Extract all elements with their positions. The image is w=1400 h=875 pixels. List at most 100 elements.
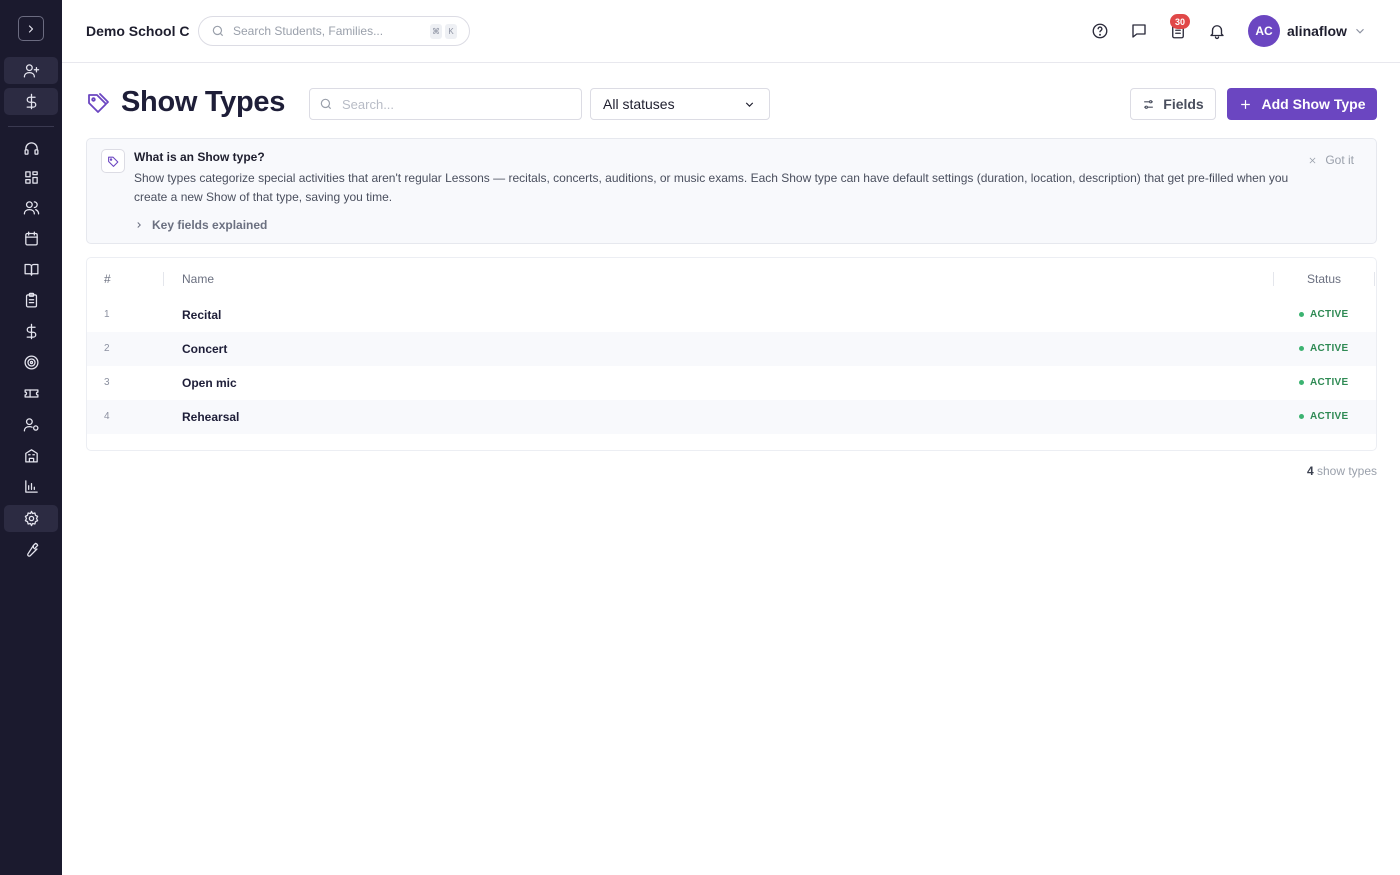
fields-button[interactable]: Fields: [1130, 88, 1216, 120]
show-types-table: # Name Status 1 Recital ACTIVE 2 Concert…: [86, 257, 1377, 451]
sidebar-item-dashboard[interactable]: [4, 164, 58, 191]
info-banner: What is an Show type? Show types categor…: [86, 138, 1377, 244]
record-count: 4 show types: [1307, 464, 1377, 478]
table-row[interactable]: 1 Recital ACTIVE: [87, 298, 1376, 332]
add-show-type-label: Add Show Type: [1261, 96, 1366, 112]
status-dot: [1299, 346, 1304, 351]
status-text: ACTIVE: [1310, 411, 1349, 422]
shortcut-key: K: [445, 24, 457, 39]
sidebar-item-shows[interactable]: [4, 380, 58, 407]
status-filter-select[interactable]: All statuses: [590, 88, 770, 120]
notifications-button[interactable]: [1207, 21, 1227, 41]
status-badge: ACTIVE: [1299, 343, 1348, 354]
global-search-placeholder: Search Students, Families...: [233, 24, 384, 38]
status-dot: [1299, 380, 1304, 385]
chevron-right-icon: [137, 222, 141, 228]
key-fields-toggle[interactable]: Key fields explained: [134, 218, 267, 232]
message-icon: [1132, 24, 1146, 38]
column-divider[interactable]: [1273, 272, 1274, 286]
table-row[interactable]: 4 Rehearsal ACTIVE: [87, 400, 1376, 434]
username[interactable]: alinaflow: [1287, 23, 1347, 39]
status-dot: [1299, 414, 1304, 419]
column-divider[interactable]: [1374, 272, 1375, 286]
status-dot: [1299, 312, 1304, 317]
help-button[interactable]: [1090, 21, 1110, 41]
wrench-icon: [26, 542, 38, 557]
sidebar-item-add-student[interactable]: [4, 57, 58, 84]
user-menu-toggle[interactable]: [1353, 24, 1367, 43]
dismiss-info-button[interactable]: Got it: [1308, 153, 1354, 167]
table-row[interactable]: 2 Concert ACTIVE: [87, 332, 1376, 366]
book-icon: [23, 263, 39, 276]
row-name[interactable]: Concert: [182, 342, 227, 356]
dismiss-label: Got it: [1325, 153, 1354, 167]
sidebar-expand-button[interactable]: [18, 16, 44, 41]
dashboard-icon: [24, 171, 38, 184]
status-text: ACTIVE: [1310, 343, 1349, 354]
sidebar-item-calendar[interactable]: [4, 225, 58, 252]
tasks-badge: 30: [1170, 14, 1190, 29]
record-count-label: show types: [1316, 464, 1377, 478]
status-badge: ACTIVE: [1299, 411, 1348, 422]
status-badge: ACTIVE: [1299, 309, 1348, 320]
bar-chart-icon: [24, 480, 38, 493]
row-number: 3: [104, 377, 110, 388]
row-name[interactable]: Open mic: [182, 376, 237, 390]
status-text: ACTIVE: [1310, 309, 1349, 320]
column-header-number[interactable]: #: [104, 272, 111, 286]
global-search-input[interactable]: Search Students, Families... ⌘ K: [198, 16, 470, 46]
close-icon: [1309, 157, 1316, 163]
tag-icon: [86, 91, 110, 115]
sidebar-item-families[interactable]: [4, 194, 58, 221]
add-show-type-button[interactable]: Add Show Type: [1227, 88, 1377, 120]
dollar-icon: [26, 93, 36, 110]
search-icon: [320, 98, 332, 110]
sidebar-item-lessons[interactable]: [4, 256, 58, 283]
building-icon: [24, 449, 38, 463]
info-text: Show types categorize special activities…: [134, 171, 1289, 204]
chevron-right-icon: [28, 24, 34, 33]
column-header-name[interactable]: Name: [182, 272, 214, 286]
bell-icon: [1210, 25, 1224, 40]
key-fields-label: Key fields explained: [152, 218, 268, 232]
column-divider[interactable]: [163, 272, 164, 286]
avatar[interactable]: AC: [1248, 15, 1280, 47]
headset-icon: [23, 142, 39, 155]
clipboard-icon: [25, 292, 37, 308]
status-filter-value: All statuses: [603, 96, 675, 112]
status-text: ACTIVE: [1310, 377, 1349, 388]
column-header-status[interactable]: Status: [1307, 272, 1341, 286]
page-title: Show Types: [121, 86, 286, 118]
page-search: [309, 88, 582, 120]
sidebar-item-support[interactable]: [4, 135, 58, 162]
sidebar-item-billing[interactable]: [4, 318, 58, 345]
sidebar-item-tools[interactable]: [4, 536, 58, 563]
table-row[interactable]: 3 Open mic ACTIVE: [87, 366, 1376, 400]
sidebar-item-payment[interactable]: [4, 88, 58, 115]
calendar-icon: [24, 231, 38, 246]
row-number: 4: [104, 411, 110, 422]
status-badge: ACTIVE: [1299, 377, 1348, 388]
sidebar-item-locations[interactable]: [4, 442, 58, 469]
sidebar: [0, 0, 62, 875]
row-number: 2: [104, 343, 110, 354]
ticket-icon: [23, 389, 39, 398]
help-circle-icon: [1092, 23, 1108, 39]
sidebar-item-tasks[interactable]: [4, 287, 58, 314]
row-number: 1: [104, 309, 110, 320]
sidebar-item-reports[interactable]: [4, 473, 58, 500]
sliders-icon: [1144, 99, 1154, 109]
user-gear-icon: [23, 418, 39, 432]
search-input[interactable]: [342, 96, 562, 112]
row-name[interactable]: Recital: [182, 308, 221, 322]
tag-icon: [101, 149, 125, 173]
school-name[interactable]: Demo School C: [86, 23, 189, 39]
row-name[interactable]: Rehearsal: [182, 410, 239, 424]
messages-button[interactable]: [1129, 21, 1149, 41]
sidebar-item-settings[interactable]: [4, 505, 58, 532]
sidebar-item-goals[interactable]: [4, 349, 58, 376]
topbar: Demo School C Search Students, Families.…: [62, 0, 1400, 63]
shortcut-key: ⌘: [430, 24, 442, 39]
sidebar-item-staff[interactable]: [4, 411, 58, 438]
gear-icon: [24, 510, 38, 527]
